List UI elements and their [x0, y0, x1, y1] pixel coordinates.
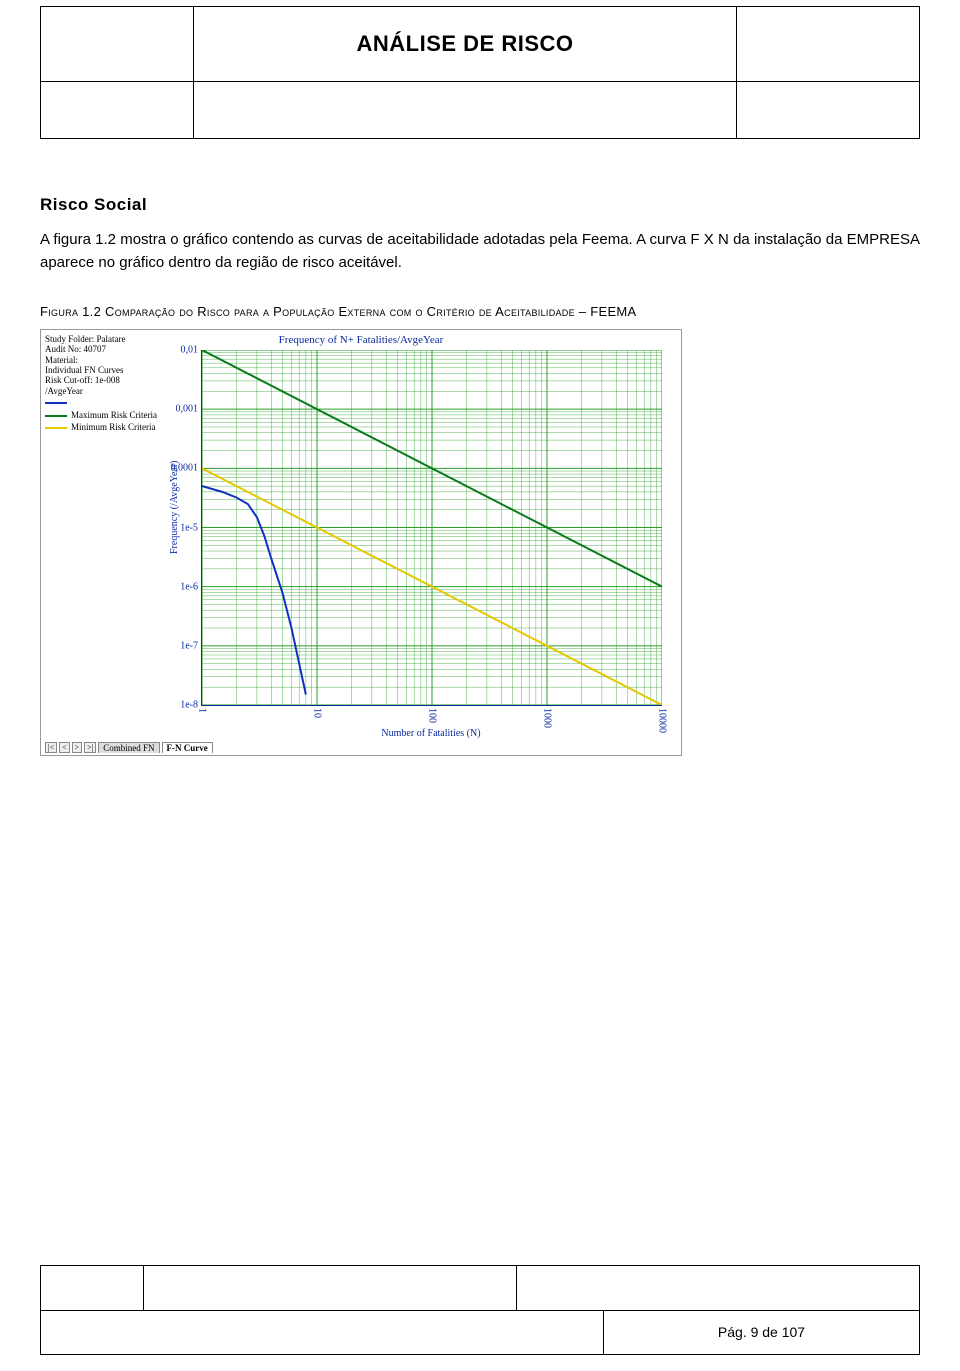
tab-prev-button[interactable]: <: [59, 742, 70, 753]
fn-curve-chart: Frequency of N+ Fatalities/AvgeYear Stud…: [40, 329, 682, 756]
document-page: ANÁLISE DE RISCO Risco Social A figura 1…: [0, 6, 960, 1371]
y-tick: 0,0001: [160, 463, 198, 474]
legend-swatch-company: [45, 402, 67, 404]
y-axis-label: Frequency (/AvgeYear): [169, 330, 180, 685]
x-tick: 100: [427, 708, 438, 723]
chart-tabs: |< < > >| Combined FN F-N Curve: [45, 742, 213, 753]
y-tick: 0,01: [160, 345, 198, 356]
y-tick: 1e-6: [160, 581, 198, 592]
footer-table-row2: Pág. 9 de 107: [40, 1310, 920, 1355]
body-paragraph: A figura 1.2 mostra o gráfico contendo a…: [40, 229, 920, 274]
header-table-row2: [40, 82, 920, 139]
figure-caption: Figura 1.2 Comparação do Risco para a Po…: [40, 304, 920, 319]
x-tick: 10: [312, 708, 323, 718]
plot-area: 0,010,0010,00011e-51e-61e-71e-8110100100…: [201, 350, 662, 706]
caption-text: Comparação do Risco para a População Ext…: [105, 304, 636, 319]
x-tick: 1: [197, 708, 208, 713]
y-tick: 1e-5: [160, 522, 198, 533]
tab-fncurve[interactable]: F-N Curve: [162, 742, 213, 753]
tab-last-button[interactable]: >|: [84, 742, 96, 753]
chart-meta: Study Folder: Palatare Audit No: 40707 M…: [45, 334, 163, 396]
page-number: Pág. 9 de 107: [604, 1310, 920, 1355]
y-tick: 1e-8: [160, 700, 198, 711]
legend-swatch-min: [45, 427, 67, 429]
section-heading: Risco Social: [40, 195, 920, 215]
header-right-cell: [737, 7, 920, 82]
footer-table-row1: [40, 1265, 920, 1311]
document-title: ANÁLISE DE RISCO: [194, 7, 737, 82]
header-table: ANÁLISE DE RISCO: [40, 6, 920, 82]
y-tick: 1e-7: [160, 640, 198, 651]
caption-prefix: Figura 1.2: [40, 304, 105, 319]
legend-swatch-max: [45, 415, 67, 417]
tab-first-button[interactable]: |<: [45, 742, 57, 753]
header-left-cell: [41, 7, 194, 82]
chart-legend: Maximum Risk Criteria Minimum Risk Crite…: [45, 396, 163, 434]
x-tick: 1000: [542, 708, 553, 728]
x-axis-label: Number of Fatalities (N): [201, 728, 661, 739]
tab-next-button[interactable]: >: [72, 742, 83, 753]
tab-combined[interactable]: Combined FN: [98, 742, 159, 753]
y-tick: 0,001: [160, 404, 198, 415]
